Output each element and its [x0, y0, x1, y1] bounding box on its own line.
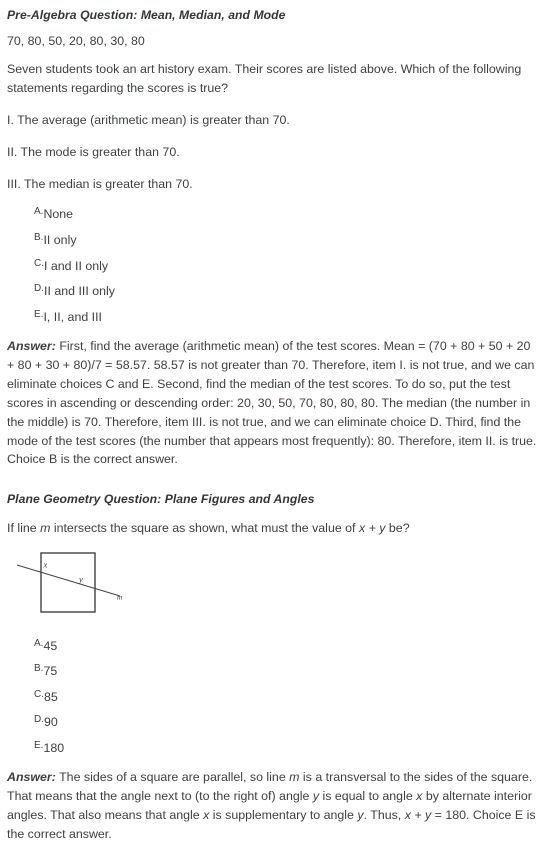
answer-part-6: . Thus,: [363, 807, 405, 822]
roman-item-1: I. The average (arithmetic mean) is grea…: [7, 112, 290, 127]
question-page: Pre-Algebra Question: Mean, Median, and …: [0, 0, 545, 844]
question-stem-2: If line m intersects the square as shown…: [7, 519, 539, 538]
transversal-line: [16, 564, 121, 597]
answer-choice-b[interactable]: B.75: [6, 663, 539, 679]
answer-part-1: The sides of a square are parallel, so l…: [55, 769, 290, 784]
choice-label: 180: [43, 741, 65, 756]
page-title: Pre-Algebra Question: Mean, Median, and …: [7, 8, 286, 22]
answer-label: Answer:: [7, 338, 56, 353]
answer-choice-c[interactable]: C.I and II only: [6, 258, 539, 274]
stem-expression: x + y: [358, 520, 386, 535]
roman-item-3: III. The median is greater than 70.: [7, 176, 193, 191]
answer-part-5: is supplementary to angle: [209, 807, 358, 822]
angle-x-label: x: [43, 559, 48, 569]
stem-end: be?: [385, 520, 410, 535]
answer-label: Answer:: [7, 769, 56, 784]
answer-choice-list-2: A.45 B.75 C.85 D.90 E.180: [6, 638, 539, 756]
answer-explanation-1: Answer: First, find the average (arithme…: [7, 337, 539, 470]
answer-choice-list-1: A.None B.II only C.I and II only D.II an…: [6, 206, 539, 324]
answer-choice-e[interactable]: E.I, II, and III: [6, 309, 539, 325]
square-shape: [40, 551, 96, 613]
square-with-transversal-icon: x y m: [16, 551, 123, 613]
choice-label: I, II, and III: [43, 310, 102, 325]
choice-label: 85: [44, 689, 58, 704]
choice-label: II and III only: [44, 284, 115, 299]
line-m-label: m: [117, 592, 123, 601]
answer-expression: x + y: [404, 807, 432, 822]
choice-label: 90: [44, 715, 58, 730]
answer-explanation-2: Answer: The sides of a square are parall…: [7, 768, 539, 844]
stem-variable-m: m: [40, 520, 51, 535]
answer-var-m: m: [289, 769, 300, 784]
answer-choice-d[interactable]: D.90: [6, 714, 539, 730]
choice-letter: D.: [34, 714, 44, 726]
choice-label: None: [43, 207, 74, 222]
angle-y-label: y: [78, 574, 83, 584]
choice-label: II only: [43, 233, 77, 248]
section-divider: [6, 475, 539, 479]
section-title: Plane Geometry Question: Plane Figures a…: [7, 492, 315, 507]
geometry-figure: x y m: [6, 551, 539, 628]
answer-body: First, find the average (arithmetic mean…: [7, 338, 537, 467]
answer-choice-a[interactable]: A.None: [6, 206, 539, 222]
choice-letter: C.: [34, 688, 44, 700]
choice-label: 45: [43, 638, 58, 653]
answer-choice-d[interactable]: D.II and III only: [6, 283, 539, 299]
answer-choice-b[interactable]: B.II only: [6, 232, 539, 248]
choice-letter: D.: [34, 283, 44, 295]
roman-item-2: II. The mode is greater than 70.: [7, 144, 180, 159]
section-pre-algebra: Pre-Algebra Question: Mean, Median, and …: [6, 8, 539, 469]
stem-middle: intersects the square as shown, what mus…: [50, 520, 359, 535]
choice-label: I and II only: [44, 258, 109, 273]
score-list: 70, 80, 50, 20, 80, 30, 80: [7, 34, 145, 49]
answer-part-3: is equal to angle: [319, 788, 417, 803]
answer-choice-a[interactable]: A.45: [6, 638, 539, 654]
stem-prefix: If line: [7, 520, 41, 535]
answer-choice-e[interactable]: E.180: [6, 740, 539, 756]
choice-label: 75: [43, 664, 58, 679]
question-stem: Seven students took an art history exam.…: [7, 62, 522, 96]
choice-letter: C.: [34, 257, 44, 269]
answer-choice-c[interactable]: C.85: [6, 689, 539, 705]
section-plane-geometry: Plane Geometry Question: Plane Figures a…: [6, 492, 539, 843]
